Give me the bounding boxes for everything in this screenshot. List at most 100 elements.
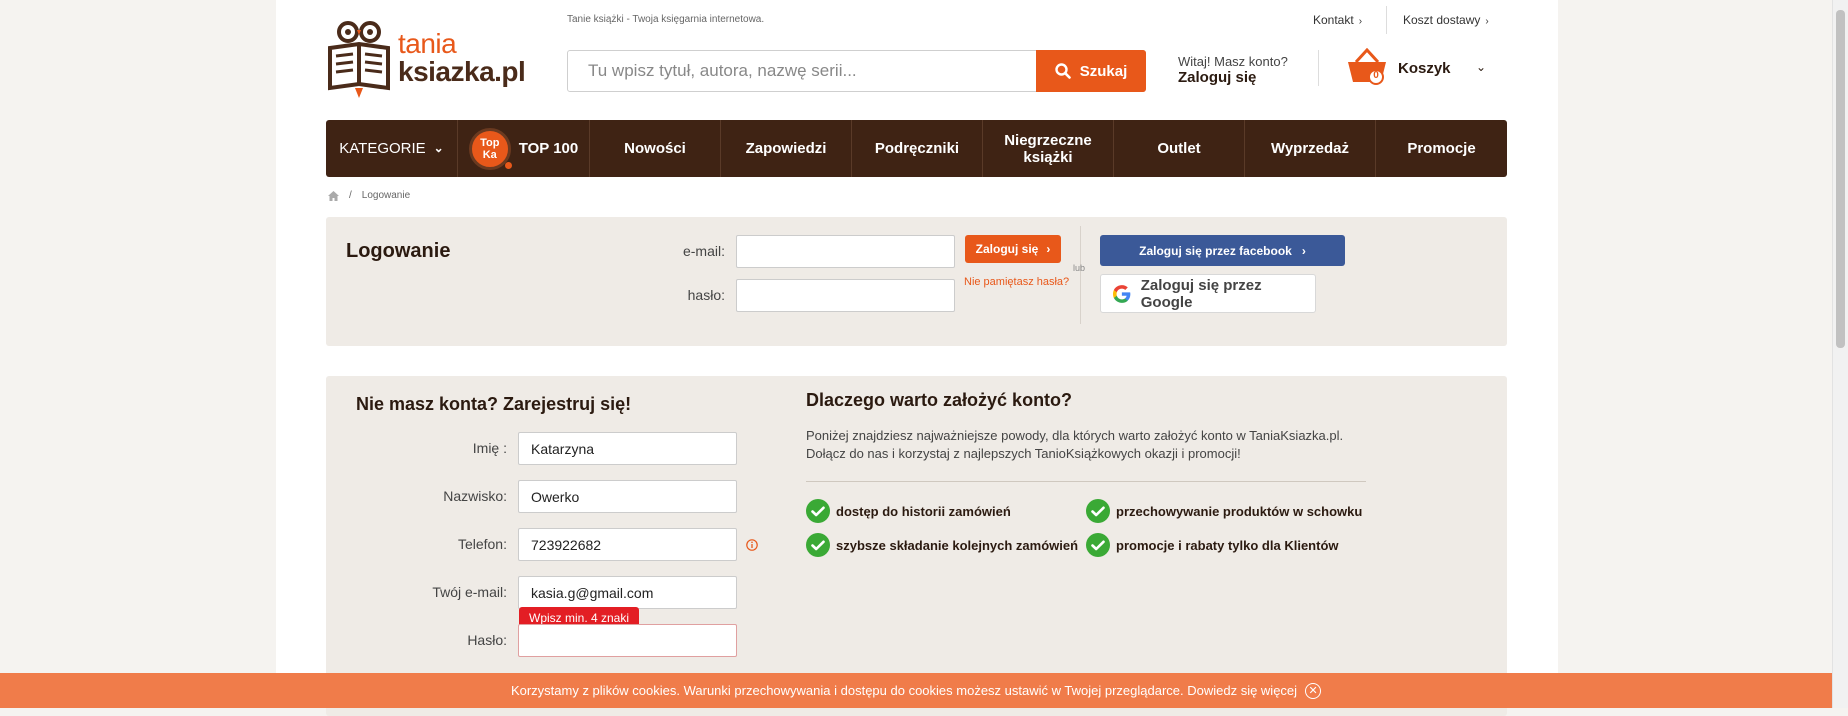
- divider: [1386, 6, 1387, 34]
- register-lastname-field: [518, 480, 737, 513]
- menu-categories[interactable]: KATEGORIE ⌄: [326, 120, 458, 177]
- topka-line1: Top: [480, 136, 500, 149]
- menu-item-zapowiedzi[interactable]: Zapowiedzi: [721, 120, 852, 177]
- menu-item-outlet[interactable]: Outlet: [1114, 120, 1245, 177]
- google-login-label: Zaloguj się przez Google: [1140, 276, 1262, 311]
- menu-item-nowosci[interactable]: Nowości: [590, 120, 721, 177]
- top-link-label: Kontakt: [1313, 13, 1354, 27]
- login-email-field: [736, 235, 955, 268]
- cookie-bar: Korzystamy z plików cookies. Warunki prz…: [0, 673, 1832, 708]
- login-password-input[interactable]: [737, 280, 954, 311]
- menu-item-promocje[interactable]: Promocje: [1376, 120, 1507, 177]
- cart-icon: [1348, 48, 1386, 85]
- divider: [1318, 50, 1319, 86]
- or-label: lub: [1073, 263, 1086, 273]
- site-logo[interactable]: tania ksiazka.pl: [326, 18, 526, 102]
- page-scrollbar[interactable]: [1832, 0, 1848, 708]
- cart-button[interactable]: 0 Koszyk ⌄: [1346, 48, 1488, 88]
- search-button-label: Szukaj: [1079, 62, 1128, 80]
- register-firstname-field: [518, 432, 737, 465]
- register-phone-field: [518, 528, 737, 561]
- menu-categories-label: KATEGORIE: [339, 140, 426, 157]
- login-title: Logowanie: [346, 240, 451, 262]
- search-input[interactable]: [568, 51, 1038, 91]
- google-icon: [1113, 284, 1131, 303]
- forgot-password-link[interactable]: Nie pamiętasz hasła?: [964, 276, 1069, 288]
- benefit-label: szybsze składanie kolejnych zamówień: [836, 537, 1079, 553]
- chevron-right-icon: ›: [1358, 16, 1363, 27]
- top-link-delivery-cost[interactable]: Koszt dostawy ›: [1403, 13, 1489, 27]
- register-password-field: [518, 624, 737, 657]
- why-account-title: Dlaczego warto założyć konto?: [806, 390, 1073, 410]
- menu-top100[interactable]: Top Ka TOP 100: [458, 120, 590, 177]
- logo-text-tania: tania: [398, 28, 457, 59]
- search-bar: Szukaj: [567, 50, 1146, 92]
- register-email-input[interactable]: [519, 577, 736, 608]
- register-phone-input[interactable]: [519, 529, 736, 560]
- logo-text-ksiazka: ksiazka.pl: [398, 56, 526, 87]
- check-icon: [806, 533, 830, 557]
- divider: [1080, 226, 1081, 324]
- top-link-contact[interactable]: Kontakt ›: [1313, 13, 1362, 27]
- check-icon: [806, 499, 830, 523]
- menu-item-niegrzeczne[interactable]: Niegrzeczne książki: [983, 120, 1114, 177]
- login-email-input[interactable]: [737, 236, 954, 267]
- benefit-item: promocje i rabaty tylko dla Klientów: [1086, 533, 1339, 557]
- register-title: Nie masz konta? Zarejestruj się!: [356, 394, 632, 414]
- search-icon: [1055, 63, 1071, 79]
- google-login-button[interactable]: Zaloguj się przez Google: [1100, 274, 1316, 313]
- check-icon: [1086, 499, 1110, 523]
- facebook-login-label: Zaloguj się przez facebook: [1139, 243, 1292, 258]
- welcome-text: Witaj! Masz konto?: [1178, 54, 1288, 69]
- register-lastname-label: Nazwisko:: [443, 488, 507, 504]
- divider: [806, 481, 1366, 482]
- topka-line2: Ka: [482, 148, 497, 161]
- top-link-label: Koszt dostawy: [1403, 13, 1481, 27]
- breadcrumb: / Logowanie: [328, 190, 410, 201]
- search-button[interactable]: Szukaj: [1036, 50, 1146, 92]
- chevron-right-icon: ›: [1301, 243, 1306, 258]
- benefit-item: dostęp do historii zamówień: [806, 499, 1011, 523]
- login-submit-label: Zaloguj się: [975, 242, 1039, 256]
- menu-top100-label: TOP 100: [518, 140, 579, 157]
- register-email-field: [518, 576, 737, 609]
- chevron-right-icon: ›: [1485, 16, 1489, 27]
- home-icon[interactable]: [328, 190, 339, 201]
- menu-item-podreczniki[interactable]: Podręczniki: [852, 120, 983, 177]
- check-icon: [1086, 533, 1110, 557]
- login-email-label: e-mail:: [682, 243, 725, 259]
- register-lastname-input[interactable]: [519, 481, 736, 512]
- menu-item-wyprzedaz[interactable]: Wyprzedaż: [1245, 120, 1376, 177]
- breadcrumb-separator: /: [349, 190, 352, 201]
- cookie-text[interactable]: Korzystamy z plików cookies. Warunki prz…: [511, 683, 1297, 698]
- register-phone-label: Telefon:: [457, 536, 507, 552]
- benefit-item: przechowywanie produktów w schowku: [1086, 499, 1362, 523]
- site-tagline: Tanie książki - Twoja księgarnia interne…: [567, 14, 765, 25]
- login-password-field: [736, 279, 955, 312]
- topka-badge-icon: Top Ka: [468, 127, 512, 170]
- info-icon[interactable]: [746, 539, 758, 551]
- register-firstname-input[interactable]: [519, 433, 736, 464]
- cart-count: 0: [1373, 70, 1379, 81]
- why-account-text: Poniżej znajdziesz najważniejsze powody,…: [806, 428, 1344, 461]
- chevron-down-icon: ⌄: [1476, 60, 1487, 74]
- breadcrumb-current: Logowanie: [361, 190, 411, 201]
- account-welcome: Witaj! Masz konto? Zaloguj się: [1178, 54, 1288, 86]
- benefit-label: dostęp do historii zamówień: [836, 503, 1011, 519]
- facebook-login-button[interactable]: Zaloguj się przez facebook ›: [1100, 235, 1345, 266]
- chevron-down-icon: ⌄: [433, 141, 444, 155]
- close-icon[interactable]: ✕: [1305, 682, 1322, 699]
- benefit-label: przechowywanie produktów w schowku: [1116, 503, 1363, 519]
- scrollbar-thumb[interactable]: [1836, 10, 1845, 348]
- login-password-label: hasło:: [687, 287, 725, 303]
- benefit-item: szybsze składanie kolejnych zamówień: [806, 533, 1078, 557]
- register-password-input[interactable]: [519, 625, 736, 656]
- header-login-link[interactable]: Zaloguj się: [1178, 70, 1288, 86]
- chevron-right-icon: ›: [1046, 242, 1051, 256]
- register-password-label: Hasło:: [467, 632, 507, 648]
- cart-label: Koszyk: [1398, 60, 1451, 77]
- owl-book-logo: [328, 21, 390, 98]
- login-submit-button[interactable]: Zaloguj się ›: [965, 235, 1061, 263]
- main-menu: KATEGORIE ⌄ Top Ka TOP 100 Nowości Zapowi…: [326, 120, 1507, 177]
- register-email-label: Twój e-mail:: [432, 584, 507, 600]
